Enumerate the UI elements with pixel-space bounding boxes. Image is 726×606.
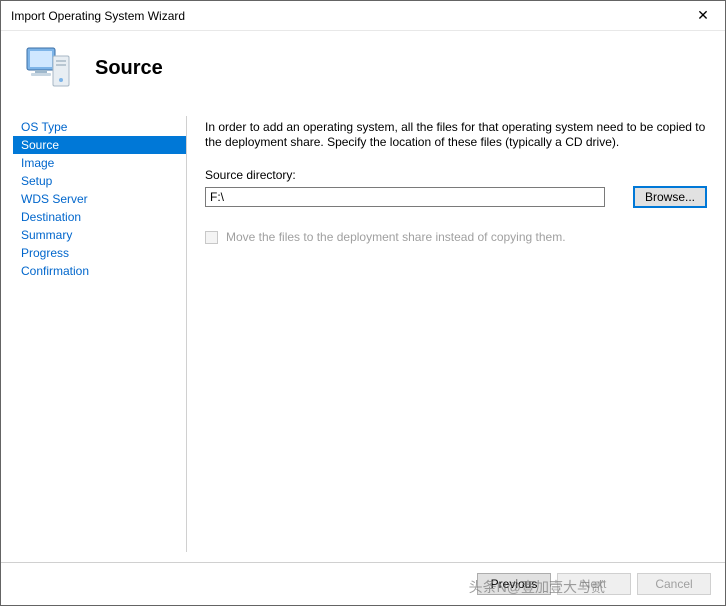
page-title: Source: [95, 57, 163, 80]
cancel-button: Cancel: [637, 573, 711, 595]
move-files-checkbox: [205, 231, 218, 244]
move-files-label: Move the files to the deployment share i…: [226, 230, 566, 244]
source-directory-label: Source directory:: [205, 168, 707, 182]
close-button[interactable]: ✕: [681, 1, 725, 30]
browse-button[interactable]: Browse...: [633, 186, 707, 208]
source-directory-input[interactable]: [205, 187, 605, 207]
nav-item-os-type[interactable]: OS Type: [13, 118, 186, 136]
wizard-nav: OS Type Source Image Setup WDS Server De…: [1, 106, 186, 562]
close-icon: ✕: [697, 7, 709, 24]
wizard-footer: Previous Next Cancel 头条N@壹加壹大与贰: [1, 562, 725, 605]
wizard-body: OS Type Source Image Setup WDS Server De…: [1, 106, 725, 562]
nav-item-source[interactable]: Source: [13, 136, 186, 154]
nav-item-confirmation[interactable]: Confirmation: [13, 262, 186, 280]
wizard-header: Source: [1, 31, 725, 106]
nav-item-wds-server[interactable]: WDS Server: [13, 190, 186, 208]
move-files-row: Move the files to the deployment share i…: [205, 230, 707, 244]
nav-item-progress[interactable]: Progress: [13, 244, 186, 262]
next-button: Next: [557, 573, 631, 595]
nav-item-destination[interactable]: Destination: [13, 208, 186, 226]
source-directory-row: Browse...: [205, 186, 707, 208]
wizard-content: In order to add an operating system, all…: [187, 106, 725, 562]
intro-text: In order to add an operating system, all…: [205, 120, 707, 150]
titlebar: Import Operating System Wizard ✕: [1, 1, 725, 31]
window-title: Import Operating System Wizard: [11, 9, 681, 23]
nav-item-image[interactable]: Image: [13, 154, 186, 172]
previous-button[interactable]: Previous: [477, 573, 551, 595]
nav-item-summary[interactable]: Summary: [13, 226, 186, 244]
computer-icon: [21, 42, 75, 96]
nav-item-setup[interactable]: Setup: [13, 172, 186, 190]
